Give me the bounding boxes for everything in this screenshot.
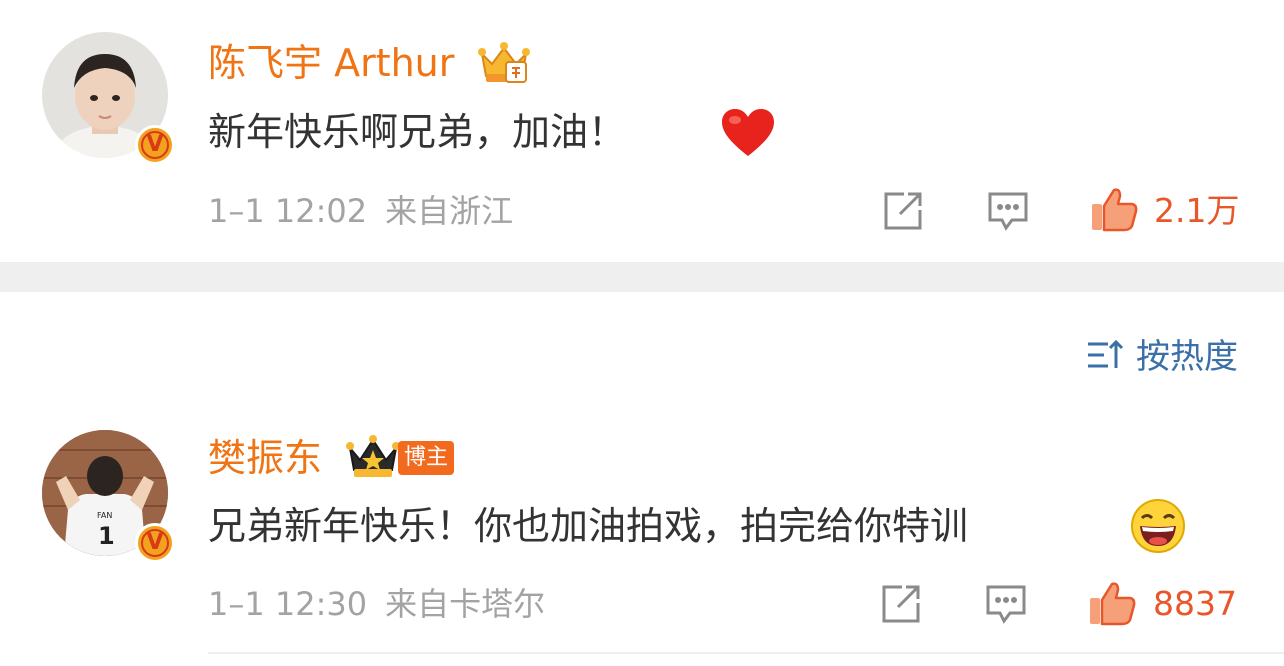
crown-member-icon	[346, 434, 400, 484]
crown-member-icon	[476, 40, 532, 90]
comment-item: V 陈飞宇 Arthur 新年快乐啊兄弟，加油！ 1–1 12:02 来自浙江	[0, 0, 1284, 262]
reply-icon[interactable]	[984, 583, 1028, 629]
list-separator	[208, 652, 1284, 654]
sort-label: 按热度	[1136, 337, 1238, 377]
sort-icon	[1086, 338, 1124, 376]
like-icon[interactable]	[1088, 580, 1136, 630]
share-icon[interactable]	[882, 190, 924, 236]
comment-meta: 1–1 12:30 来自卡塔尔	[208, 584, 545, 624]
avatar[interactable]: V	[42, 32, 175, 165]
user-name[interactable]: 陈飞宇 Arthur	[208, 40, 454, 86]
user-name[interactable]: 樊振东	[208, 435, 322, 481]
svg-text:1: 1	[98, 522, 115, 550]
reply-icon[interactable]	[986, 190, 1030, 236]
verified-badge-icon: V	[135, 523, 175, 563]
comment-meta: 1–1 12:02 来自浙江	[208, 191, 513, 231]
comment-text: 兄弟新年快乐！你也加油拍戏，拍完给你特训	[208, 504, 969, 548]
red-heart-icon	[720, 108, 776, 162]
like-count: 2.1万	[1154, 191, 1240, 230]
comment-item: FAN 1 V 樊振东 博主 兄弟新年快乐！你也加油拍戏，拍完给你特训 1–1 …	[0, 402, 1284, 666]
like-icon[interactable]	[1090, 186, 1138, 236]
like-count: 8837	[1153, 584, 1237, 623]
comment-time: 1–1 12:02	[208, 192, 368, 230]
avatar[interactable]: FAN 1 V	[42, 430, 175, 563]
comment-location: 来自浙江	[385, 192, 514, 230]
svg-text:FAN: FAN	[97, 511, 112, 520]
blogger-badge: 博主	[398, 441, 455, 475]
laughing-face-icon	[1130, 498, 1186, 558]
sort-by-hot-button[interactable]: 按热度	[1086, 334, 1238, 380]
section-divider	[0, 262, 1284, 292]
verified-badge-icon: V	[135, 125, 175, 165]
comment-text: 新年快乐啊兄弟，加油！	[208, 110, 627, 154]
comment-time: 1–1 12:30	[208, 585, 368, 623]
comment-location: 来自卡塔尔	[385, 585, 546, 623]
share-icon[interactable]	[880, 583, 922, 629]
